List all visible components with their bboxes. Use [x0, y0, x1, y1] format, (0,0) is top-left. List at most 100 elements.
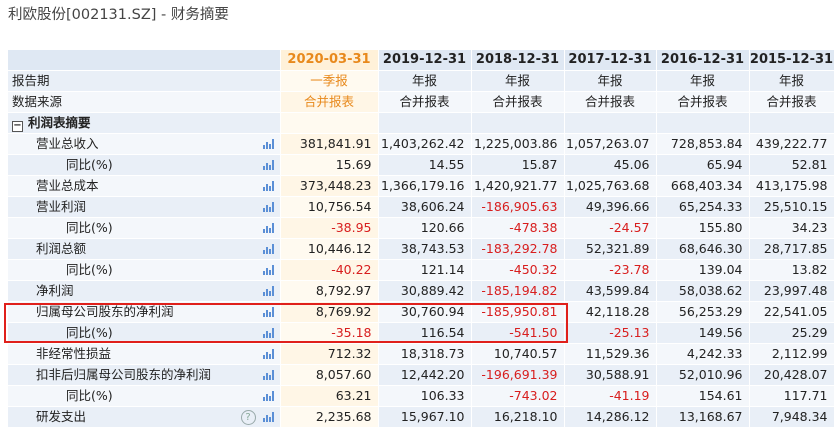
value-cell: 13,168.67 [656, 406, 750, 428]
value-cell: 23,997.48 [749, 280, 834, 302]
column-header-0[interactable]: 2020-03-31 [280, 50, 379, 71]
value-cell: 1,057,263.07 [564, 133, 657, 155]
value-cell: 34.23 [749, 217, 834, 239]
column-header-5[interactable]: 2015-12-31 [749, 50, 834, 71]
meta-row-period: 报告期 一季报 年报 年报 年报 年报 年报 [8, 70, 834, 92]
meta-row-source: 数据来源 合并报表 合并报表 合并报表 合并报表 合并报表 合并报表 [8, 91, 834, 113]
value-cell: 2,235.68 [280, 406, 379, 428]
row-label: 同比(%) [8, 154, 281, 176]
table-row: 同比(%) 63.21 106.33 -743.02 -41.19 154.61 117.7… [8, 385, 834, 407]
value-cell: 30,889.42 [378, 280, 472, 302]
row-label-text: 营业总收入 [36, 136, 99, 151]
value-cell: 52,010.96 [656, 364, 750, 386]
bar-chart-icon[interactable] [262, 286, 274, 296]
value-cell: 14,286.12 [564, 406, 657, 428]
value-cell: 52.81 [749, 154, 834, 176]
bar-chart-icon[interactable] [262, 160, 274, 170]
row-label: 净利润 [8, 280, 281, 302]
bar-chart-icon[interactable] [262, 202, 274, 212]
bar-chart-icon[interactable] [262, 244, 274, 254]
value-cell: 38,606.24 [378, 196, 472, 218]
cell: 年报 [471, 70, 565, 92]
header-label-cell [8, 50, 281, 71]
bar-chart-icon[interactable] [262, 349, 274, 359]
help-icon[interactable]: ? [240, 410, 256, 425]
section-row-income[interactable]: − 利润表摘要 [8, 112, 834, 134]
bar-chart-icon[interactable] [262, 391, 274, 401]
table-row: 归属母公司股东的净利润 8,769.92 30,760.94 -185,950.81 4… [8, 301, 834, 323]
bar-chart-icon[interactable] [262, 412, 274, 422]
row-label-text: 研发支出 [36, 409, 87, 424]
value-cell: 11,529.36 [564, 343, 657, 365]
value-cell: 15.87 [471, 154, 565, 176]
value-cell: 65,254.33 [656, 196, 750, 218]
value-cell: -185,194.82 [471, 280, 565, 302]
row-label-text: 同比(%) [66, 325, 113, 340]
value-cell: 413,175.98 [749, 175, 834, 197]
value-cell: -450.32 [471, 259, 565, 281]
row-label-text: 净利润 [36, 283, 74, 298]
value-cell: 439,222.77 [749, 133, 834, 155]
value-cell: 52,321.89 [564, 238, 657, 260]
row-label: 同比(%) [8, 385, 281, 407]
row-label-text: 利润总额 [36, 241, 87, 256]
cell: 年报 [656, 70, 750, 92]
bar-chart-icon[interactable] [262, 223, 274, 233]
row-label-text: 营业利润 [36, 199, 87, 214]
value-cell: 65.94 [656, 154, 750, 176]
bar-chart-icon[interactable] [262, 370, 274, 380]
table-row: 营业总成本 373,448.23 1,366,179.16 1,420,921.77 1… [8, 175, 834, 197]
collapse-icon[interactable]: − [12, 121, 23, 132]
row-label-text: 同比(%) [66, 262, 113, 277]
value-cell: -183,292.78 [471, 238, 565, 260]
value-cell: -38.95 [280, 217, 379, 239]
value-cell: 155.80 [656, 217, 750, 239]
row-label: 归属母公司股东的净利润 [8, 301, 281, 323]
row-label: 研发支出? [8, 406, 281, 428]
column-header-4[interactable]: 2016-12-31 [656, 50, 750, 71]
value-cell: 15,967.10 [378, 406, 472, 428]
value-cell: 1,025,763.68 [564, 175, 657, 197]
cell [378, 112, 472, 134]
cell: 合并报表 [471, 91, 565, 113]
financial-summary-table: 2020-03-31 2019-12-31 2018-12-31 2017-12… [8, 50, 834, 428]
bar-chart-icon[interactable] [262, 181, 274, 191]
value-cell: 30,588.91 [564, 364, 657, 386]
value-cell: 1,225,003.86 [471, 133, 565, 155]
bar-chart-icon[interactable] [262, 139, 274, 149]
table-row: 营业利润 10,756.54 38,606.24 -186,905.63 49,396.… [8, 196, 834, 218]
value-cell: 45.06 [564, 154, 657, 176]
bar-chart-icon[interactable] [262, 265, 274, 275]
value-cell: 63.21 [280, 385, 379, 407]
column-header-2[interactable]: 2018-12-31 [471, 50, 565, 71]
value-cell: 116.54 [378, 322, 472, 344]
table-row: 扣非后归属母公司股东的净利润 8,057.60 12,442.20 -196,691.… [8, 364, 834, 386]
value-cell: 28,717.85 [749, 238, 834, 260]
column-header-1[interactable]: 2019-12-31 [378, 50, 472, 71]
value-cell: 8,792.97 [280, 280, 379, 302]
cell: 年报 [564, 70, 657, 92]
value-cell: 43,599.84 [564, 280, 657, 302]
value-cell: -743.02 [471, 385, 565, 407]
value-cell: 373,448.23 [280, 175, 379, 197]
value-cell: -186,905.63 [471, 196, 565, 218]
column-header-3[interactable]: 2017-12-31 [564, 50, 657, 71]
value-cell: -478.38 [471, 217, 565, 239]
bar-chart-icon[interactable] [262, 328, 274, 338]
value-cell: 38,743.53 [378, 238, 472, 260]
row-label: 非经常性损益 [8, 343, 281, 365]
value-cell: 4,242.33 [656, 343, 750, 365]
value-cell: 120.66 [378, 217, 472, 239]
value-cell: 68,646.30 [656, 238, 750, 260]
cell: 合并报表 [749, 91, 834, 113]
value-cell: -40.22 [280, 259, 379, 281]
value-cell: 8,057.60 [280, 364, 379, 386]
value-cell: 42,118.28 [564, 301, 657, 323]
section-title: 利润表摘要 [28, 115, 91, 130]
bar-chart-icon[interactable] [262, 307, 274, 317]
value-cell: 1,420,921.77 [471, 175, 565, 197]
value-cell: 56,253.29 [656, 301, 750, 323]
table-row: 利润总额 10,446.12 38,743.53 -183,292.78 52,321.… [8, 238, 834, 260]
row-label-text: 归属母公司股东的净利润 [36, 304, 174, 319]
section-label[interactable]: − 利润表摘要 [8, 112, 281, 134]
